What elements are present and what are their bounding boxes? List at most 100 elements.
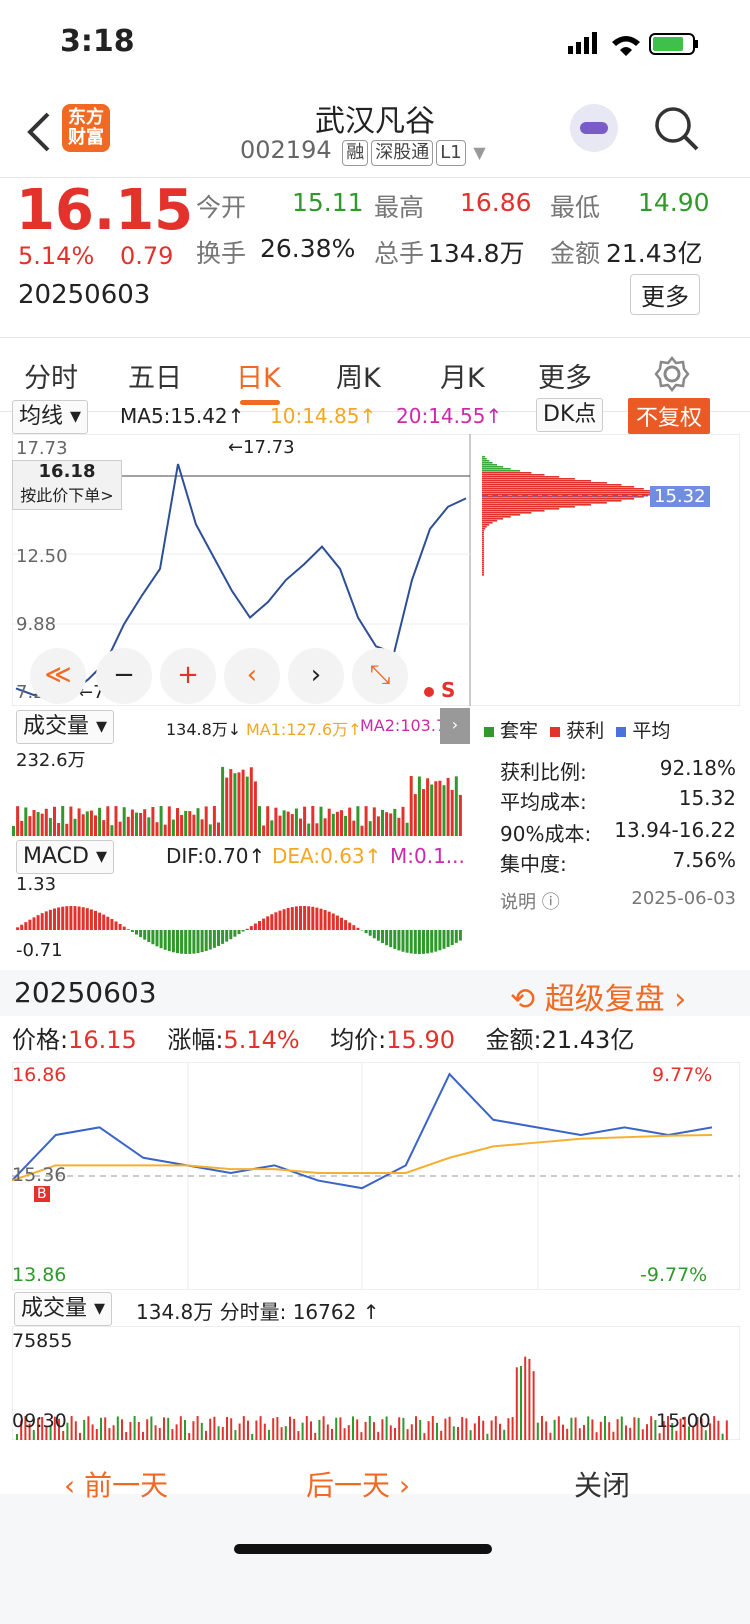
macd-bar <box>450 930 454 946</box>
tab-daily-k[interactable]: 日K <box>236 356 281 395</box>
volume-bar <box>381 809 384 836</box>
macd-select[interactable]: MACD ▾ <box>16 840 114 874</box>
chip-bar <box>482 550 484 552</box>
intra-volume-select[interactable]: 成交量 ▾ <box>14 1292 113 1326</box>
tab-weekly-k[interactable]: 周K <box>336 356 381 395</box>
amt-value: 21.43亿 <box>541 1026 635 1054</box>
volume-bar <box>241 769 245 836</box>
volume-bar <box>368 821 372 836</box>
macd-bar <box>241 930 245 932</box>
macd-bar <box>102 914 106 930</box>
chip-row-label: 集中度: <box>500 852 567 876</box>
volume-ma1: MA1:127.6万↑ <box>246 720 362 739</box>
prev-icon[interactable]: ‹ <box>224 648 280 704</box>
next-icon[interactable]: › <box>288 648 344 704</box>
status-icons <box>568 32 698 56</box>
intra-volume-bar <box>478 1416 480 1440</box>
intra-volume-bar <box>221 1427 224 1440</box>
macd-select-label: MACD <box>23 844 89 869</box>
intra-volume-bar <box>263 1423 266 1440</box>
intra-volume-bar <box>658 1433 661 1440</box>
chip-bar <box>482 556 484 558</box>
volume-bar <box>212 806 216 836</box>
intra-vol-y-top: 75855 <box>12 1330 73 1352</box>
prev-day-button[interactable]: ‹ 前一天 <box>64 1464 168 1504</box>
hover-action: 按此价下单> <box>20 486 114 505</box>
tab-intraday[interactable]: 分时 <box>24 356 78 395</box>
close-button[interactable]: 关闭 <box>574 1464 630 1504</box>
next-day-button[interactable]: 后一天 › <box>306 1464 410 1504</box>
macd-bar <box>376 930 380 941</box>
avg-value: 15.90 <box>386 1026 455 1054</box>
time-start: 09:30 <box>12 1410 67 1432</box>
expand-arrow[interactable]: › <box>440 708 470 744</box>
volume-bar <box>122 807 126 836</box>
intra-volume-bar <box>608 1422 611 1440</box>
history-icon: ⟲ <box>510 982 536 1017</box>
intra-volume-bar <box>507 1418 510 1440</box>
fullscreen-icon[interactable]: ⤡ <box>352 648 408 704</box>
intra-volume-bar <box>368 1416 371 1440</box>
intra-volume-bar <box>440 1430 443 1440</box>
intra-volume-bar <box>276 1417 279 1440</box>
volume-bar <box>77 808 81 836</box>
chip-bar <box>482 504 592 506</box>
replay-link[interactable]: ⟲ 超级复盘 › <box>510 974 686 1018</box>
volume-bar <box>323 818 327 836</box>
intra-volume-bar <box>419 1420 422 1440</box>
intra-volume-bar <box>137 1422 140 1440</box>
volume-select[interactable]: 成交量 ▾ <box>16 710 115 744</box>
volume-bar <box>233 773 237 836</box>
macd-bar <box>409 930 413 954</box>
chip-bar <box>482 476 560 478</box>
plus-icon[interactable]: + <box>160 648 216 704</box>
settings-icon[interactable] <box>654 356 690 392</box>
macd-bar <box>85 908 89 930</box>
tab-more[interactable]: 更多 <box>538 356 592 395</box>
adjust-button[interactable]: 不复权 <box>628 398 711 434</box>
macd-bar <box>98 912 102 930</box>
marker-dot <box>424 687 434 697</box>
intra-volume-bar <box>725 1420 728 1440</box>
intra-volume-bar <box>541 1416 543 1440</box>
chip-bar <box>482 482 607 484</box>
tab-five-day[interactable]: 五日 <box>128 356 182 395</box>
intra-volume-bar <box>343 1428 346 1440</box>
macd-bar <box>48 909 52 930</box>
hover-order-box[interactable]: 16.18 按此价下单> <box>12 460 122 510</box>
chip-note[interactable]: 说明 ⓘ 2025-06-03 <box>500 888 736 914</box>
volume-bar <box>147 817 151 836</box>
volume-bar <box>48 818 52 836</box>
chip-bar <box>482 462 493 464</box>
macd-bar <box>319 908 323 930</box>
search-icon[interactable] <box>654 106 700 152</box>
chip-bar <box>482 540 484 542</box>
volume-bar <box>446 777 450 836</box>
tab-monthly-k[interactable]: 月K <box>440 356 485 395</box>
ma-select[interactable]: 均线 ▾ <box>12 400 89 434</box>
ma20-label: 20:14.55↑ <box>396 404 503 428</box>
volume-bar <box>159 806 163 836</box>
intra-volume-bar <box>150 1416 153 1440</box>
intra-volume-bar <box>133 1416 136 1440</box>
intra-volume-bar <box>389 1425 392 1440</box>
zoom-out-icon[interactable]: ≪ <box>30 648 86 704</box>
assistant-avatar[interactable] <box>570 104 618 152</box>
intra-volume-bar <box>499 1423 501 1440</box>
volume-bar <box>327 808 331 836</box>
macd-bar <box>192 930 196 954</box>
macd-bar <box>397 930 401 951</box>
minus-icon[interactable]: − <box>96 648 152 704</box>
volume-bar <box>143 809 147 836</box>
chip-bar <box>482 554 484 556</box>
intraday-chart[interactable] <box>12 1062 740 1290</box>
macd-bar <box>61 906 65 930</box>
more-button[interactable]: 更多 <box>630 274 700 315</box>
macd-bar <box>139 930 143 938</box>
chip-bar <box>482 460 490 462</box>
dropdown-icon[interactable]: ▼ <box>473 143 485 162</box>
intra-volume-bar <box>620 1416 623 1440</box>
intra-volume-bar <box>238 1423 241 1440</box>
dk-button[interactable]: DK点 <box>536 398 604 432</box>
volume-bar <box>397 817 401 836</box>
